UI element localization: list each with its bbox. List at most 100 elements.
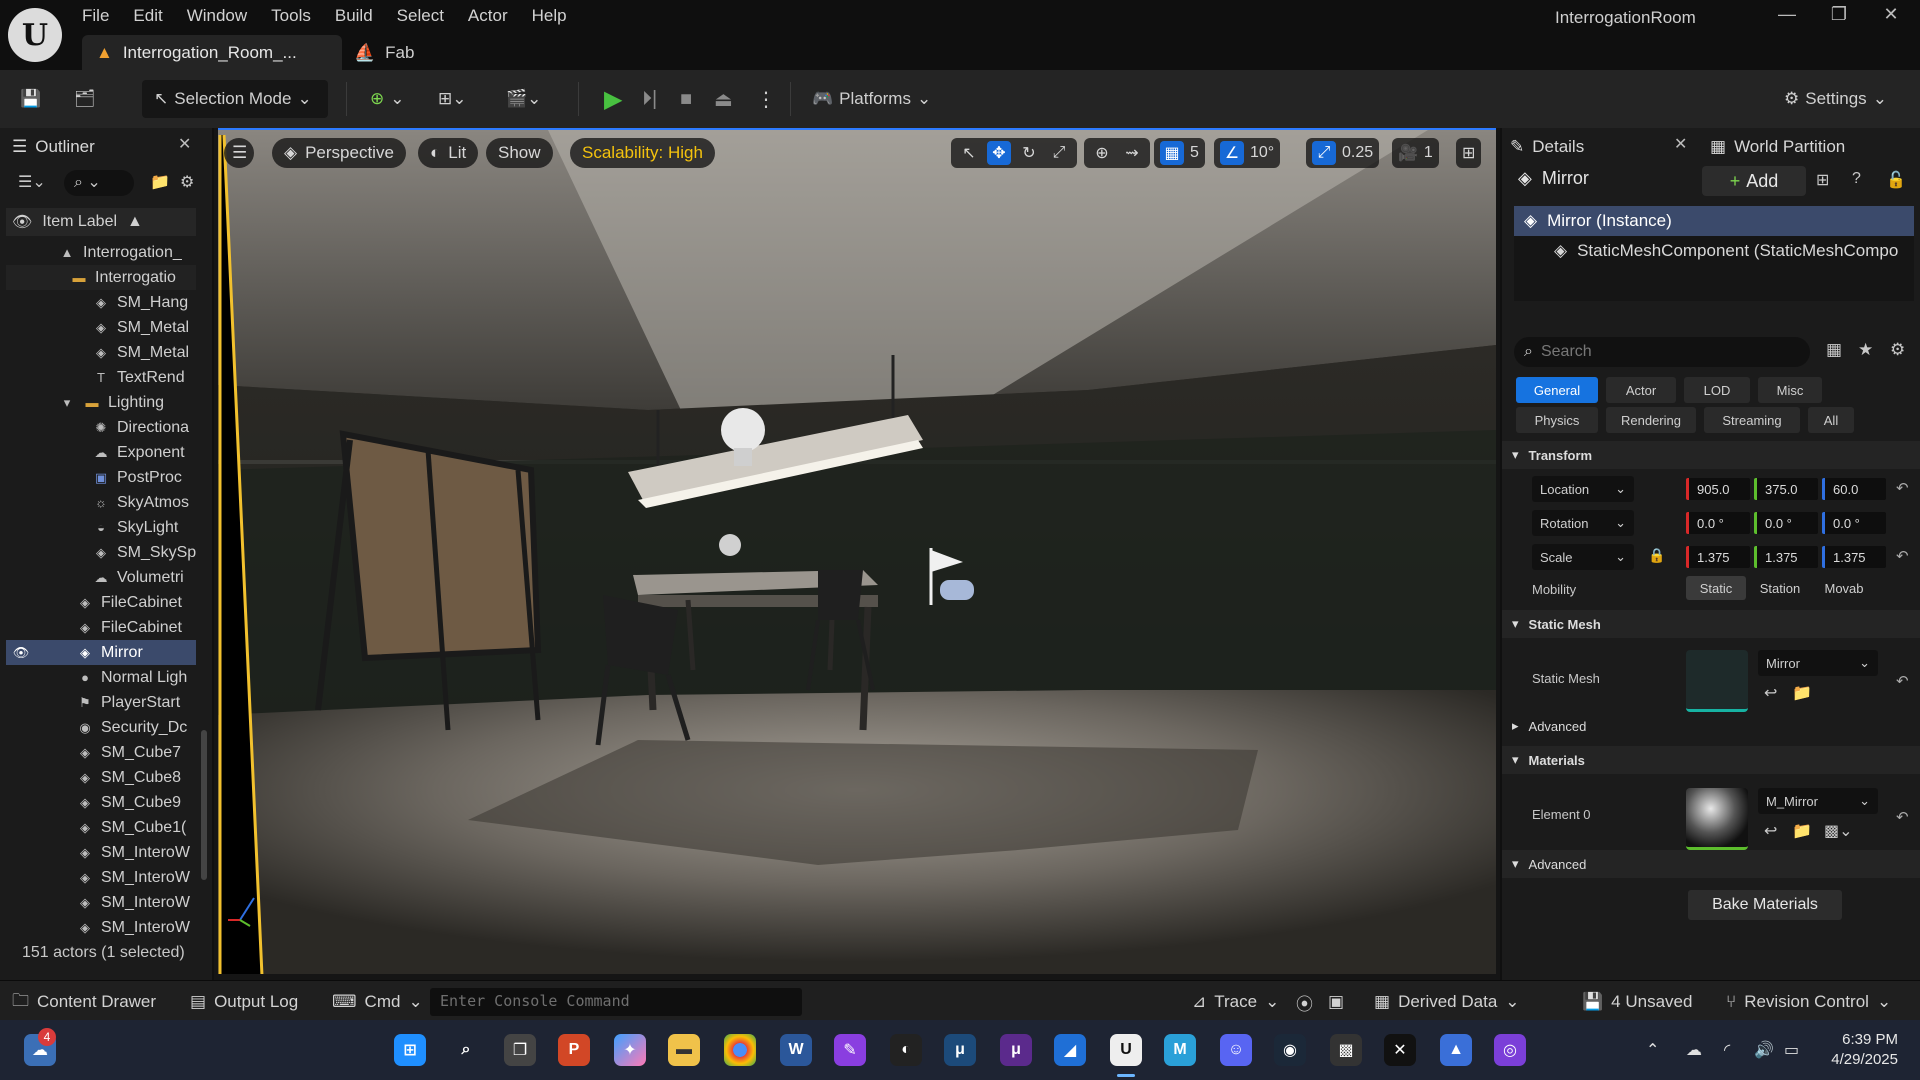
minimize-icon[interactable]: —: [1772, 4, 1802, 28]
chevron-up-icon[interactable]: ⌃: [1646, 1040, 1659, 1060]
tab-level[interactable]: ▲ Interrogation_Room_...: [82, 35, 342, 70]
gear-icon[interactable]: ⚙: [1890, 340, 1905, 360]
advanced-section-header[interactable]: ▸ Advanced: [1502, 712, 1920, 740]
lock-icon[interactable]: 🔒: [1648, 547, 1665, 564]
help-icon[interactable]: ?: [1852, 170, 1861, 188]
list-item[interactable]: ▾ ▬ Lighting: [6, 390, 196, 415]
browse-icon[interactable]: 🗂: [74, 80, 96, 118]
list-item[interactable]: ▲ Interrogation_: [6, 240, 196, 265]
eject-icon[interactable]: ⏏: [714, 80, 733, 118]
surface-snap-icon[interactable]: ⇝: [1120, 141, 1144, 165]
menu-tools[interactable]: Tools: [259, 0, 323, 30]
scale-tool-icon[interactable]: ⤢: [1047, 141, 1071, 165]
close-window-icon[interactable]: ✕: [1876, 4, 1906, 28]
list-item[interactable]: ◈ SM_Metal: [6, 315, 196, 340]
list-item[interactable]: ◈ FileCabinet: [6, 615, 196, 640]
menu-select[interactable]: Select: [385, 0, 456, 30]
reset-mesh-icon[interactable]: ↶: [1896, 672, 1909, 690]
filter-physics[interactable]: Physics: [1516, 407, 1598, 433]
location-y-field[interactable]: 375.0: [1754, 478, 1818, 500]
lit-button[interactable]: ◐ Lit: [418, 138, 479, 168]
wifi-icon[interactable]: ◜: [1724, 1040, 1730, 1060]
save-icon[interactable]: 💾: [20, 80, 41, 118]
menu-file[interactable]: File: [70, 0, 121, 30]
material-dropdown[interactable]: M_Mirror ⌄: [1758, 788, 1878, 814]
selection-mode-dropdown[interactable]: ↖ Selection Mode ⌄: [142, 80, 328, 118]
list-item[interactable]: ◈ SM_Cube1(: [6, 815, 196, 840]
list-item[interactable]: ◈ SM_SkySp: [6, 540, 196, 565]
world-partition-tab[interactable]: ▦ World Partition: [1710, 132, 1845, 162]
podcast-icon[interactable]: ◎: [1494, 1034, 1526, 1066]
blueprint-icon[interactable]: ⊞⌄: [438, 80, 467, 118]
obs-icon[interactable]: ◐: [890, 1034, 922, 1066]
scale-dropdown[interactable]: Scale ⌄: [1532, 544, 1634, 570]
filter-general[interactable]: General: [1516, 377, 1598, 403]
location-dropdown[interactable]: Location ⌄: [1532, 476, 1634, 502]
use-selected-icon[interactable]: ↩: [1764, 821, 1777, 841]
checker-icon[interactable]: ▩⌄: [1824, 821, 1853, 841]
list-item-selected[interactable]: 👁 ◈ Mirror: [6, 640, 196, 665]
filter-streaming[interactable]: Streaming: [1704, 407, 1800, 433]
bake-materials-button[interactable]: Bake Materials: [1688, 890, 1842, 920]
filter-misc[interactable]: Misc: [1758, 377, 1822, 403]
scale-z-field[interactable]: 1.375: [1822, 546, 1886, 568]
console-command-input[interactable]: Enter Console Command: [430, 988, 802, 1016]
rotation-dropdown[interactable]: Rotation ⌄: [1532, 510, 1634, 536]
powerpoint-icon[interactable]: P: [558, 1034, 590, 1066]
unsaved-button[interactable]: 💾 4 Unsaved: [1582, 989, 1692, 1015]
mobility-static[interactable]: Static: [1686, 576, 1746, 600]
task-view-icon[interactable]: ❐: [504, 1034, 536, 1066]
editor-icon[interactable]: ✎: [834, 1034, 866, 1066]
list-item[interactable]: ◈ SM_InteroW: [6, 840, 196, 865]
browse-folder-icon[interactable]: 📁: [1792, 821, 1812, 841]
level-viewport[interactable]: ☰ ◈ Perspective ◐ Lit Show Scalability: Hi…: [218, 128, 1496, 974]
play-icon[interactable]: ▶: [604, 80, 622, 118]
viewport-scene[interactable]: [218, 130, 1496, 974]
mobility-movable[interactable]: Movab: [1814, 576, 1874, 600]
unreal-engine-icon[interactable]: U: [1110, 1034, 1142, 1066]
outliner-tab[interactable]: ☰ Outliner: [12, 132, 192, 162]
browse-folder-icon[interactable]: 📁: [1792, 683, 1812, 703]
list-item[interactable]: ◈ SM_Metal: [6, 340, 196, 365]
rotation-z-field[interactable]: 0.0 °: [1822, 512, 1886, 534]
file-explorer-icon[interactable]: ▬: [668, 1034, 700, 1066]
list-item[interactable]: ◈ SM_InteroW: [6, 915, 196, 940]
scale-x-field[interactable]: 1.375: [1686, 546, 1750, 568]
step-icon[interactable]: ⏵|: [642, 80, 657, 118]
derived-data-button[interactable]: ▦ Derived Data ⌄: [1374, 989, 1520, 1015]
copilot-icon[interactable]: ✦: [614, 1034, 646, 1066]
static-mesh-section-header[interactable]: ▾ Static Mesh: [1502, 610, 1920, 638]
add-component-button[interactable]: + Add: [1702, 166, 1806, 196]
reset-location-icon[interactable]: ↶: [1896, 479, 1909, 497]
details-tab[interactable]: ✎ Details: [1510, 132, 1690, 162]
battery-icon[interactable]: ▭: [1784, 1040, 1799, 1060]
grid-snap-control[interactable]: ▦ 5: [1154, 138, 1205, 168]
chart-app-icon[interactable]: ▲: [1440, 1034, 1472, 1066]
list-item[interactable]: ▣ PostProc: [6, 465, 196, 490]
perspective-button[interactable]: ◈ Perspective: [272, 138, 406, 168]
platforms-dropdown[interactable]: 🎮 Platforms ⌄: [812, 80, 931, 118]
filter-all[interactable]: All: [1808, 407, 1854, 433]
unreal-logo-icon[interactable]: U: [8, 8, 62, 62]
rotate-tool-icon[interactable]: ↻: [1017, 141, 1041, 165]
app-x-icon[interactable]: ✕: [1384, 1034, 1416, 1066]
menu-help[interactable]: Help: [520, 0, 579, 30]
menu-edit[interactable]: Edit: [121, 0, 174, 30]
game-icon[interactable]: ▩: [1330, 1034, 1362, 1066]
stop-icon[interactable]: ■: [680, 80, 692, 118]
table-view-icon[interactable]: ▦: [1826, 340, 1842, 360]
gear-icon[interactable]: ⚙: [180, 172, 194, 192]
translate-tool-icon[interactable]: ✥: [987, 141, 1011, 165]
material-thumbnail[interactable]: [1686, 788, 1748, 850]
add-actor-icon[interactable]: ⊕ ⌄: [370, 80, 405, 118]
word-icon[interactable]: W: [780, 1034, 812, 1066]
list-item[interactable]: ▬ Interrogatio: [6, 265, 196, 290]
eye-icon[interactable]: 👁: [12, 645, 30, 661]
list-item[interactable]: ◈ SM_InteroW: [6, 890, 196, 915]
filter-lod[interactable]: LOD: [1684, 377, 1750, 403]
mesh-thumbnail[interactable]: [1686, 650, 1748, 712]
discord-icon[interactable]: ☺: [1220, 1034, 1252, 1066]
location-x-field[interactable]: 905.0: [1686, 478, 1750, 500]
app-mu2-icon[interactable]: μ: [1000, 1034, 1032, 1066]
list-item[interactable]: ☁ Exponent: [6, 440, 196, 465]
